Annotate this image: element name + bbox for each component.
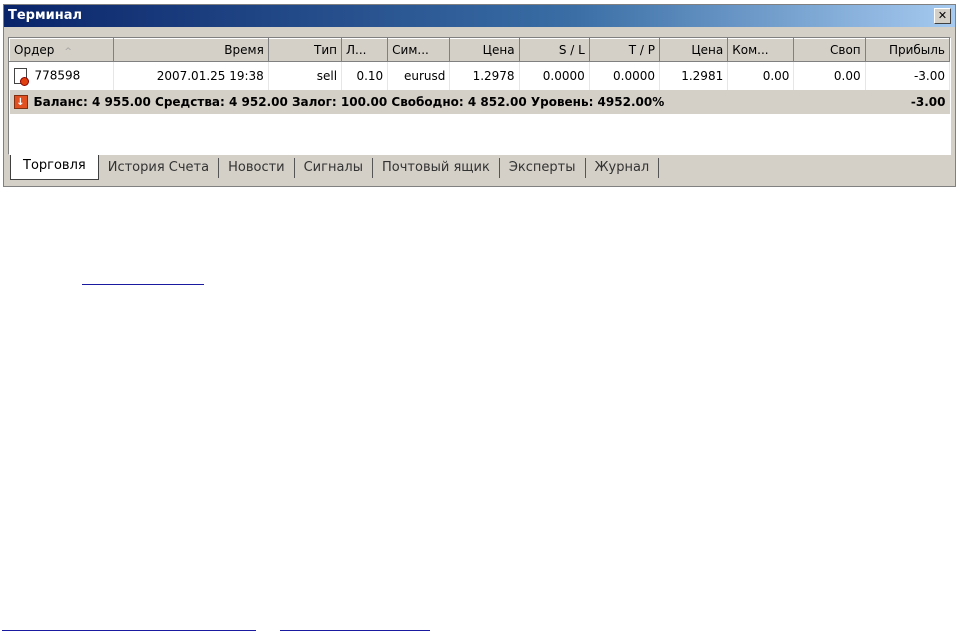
- orders-grid: Ордер ^ Время Тип Л... Сим... Цена S / L …: [8, 37, 951, 155]
- summary-row: ↓ Баланс: 4 955.00 Средства: 4 952.00 Зал…: [9, 90, 950, 114]
- column-header-price[interactable]: Цена: [449, 38, 520, 62]
- terminal-window: Терминал ✕ Ордер ^ Время Тип Л... Сим... …: [3, 4, 956, 187]
- column-header-commission[interactable]: Ком...: [727, 38, 795, 62]
- column-header-sl[interactable]: S / L: [518, 38, 590, 62]
- column-header-order[interactable]: Ордер ^: [8, 38, 115, 62]
- down-arrow-icon: ↓: [13, 95, 28, 110]
- summary-cell: ↓ Баланс: 4 955.00 Средства: 4 952.00 Зал…: [9, 90, 866, 114]
- cell-tp: 0.0000: [589, 61, 661, 90]
- tab-journal[interactable]: Журнал: [586, 158, 660, 178]
- tab-account-history[interactable]: История Счета: [99, 158, 220, 178]
- close-icon[interactable]: ✕: [934, 8, 951, 24]
- header-row: Ордер ^ Время Тип Л... Сим... Цена S / L …: [8, 38, 951, 62]
- cell-swap: 0.00: [793, 61, 866, 90]
- cell-sl: 0.0000: [519, 61, 590, 90]
- tab-trade[interactable]: Торговля: [10, 155, 99, 180]
- sort-up-icon: ^: [64, 47, 72, 57]
- cell-order: 778598: [9, 61, 115, 90]
- column-header-current-price[interactable]: Цена: [659, 38, 729, 62]
- link-underline[interactable]: [2, 630, 256, 631]
- window-title: Терминал: [8, 8, 83, 23]
- cell-price: 1.2978: [449, 61, 520, 90]
- summary-text: Баланс: 4 955.00 Средства: 4 952.00 Зало…: [33, 94, 665, 109]
- link-underline[interactable]: [82, 284, 204, 285]
- column-header-time[interactable]: Время: [113, 38, 269, 62]
- link-underline[interactable]: [280, 630, 430, 631]
- tab-bar: Торговля История Счета Новости Сигналы П…: [10, 155, 660, 180]
- column-header-tp[interactable]: T / P: [588, 38, 661, 62]
- cell-time: 2007.01.25 19:38: [113, 61, 269, 90]
- cell-lots: 0.10: [341, 61, 389, 90]
- tab-mailbox[interactable]: Почтовый ящик: [373, 158, 500, 178]
- column-header-swap[interactable]: Своп: [793, 38, 866, 62]
- column-header-symbol[interactable]: Сим...: [387, 38, 451, 62]
- tab-news[interactable]: Новости: [219, 158, 295, 178]
- cell-type: sell: [268, 61, 343, 90]
- tab-signals[interactable]: Сигналы: [295, 158, 374, 178]
- column-header-type[interactable]: Тип: [267, 38, 343, 62]
- cell-commission: 0.00: [727, 61, 795, 90]
- title-bar: Терминал ✕: [4, 5, 955, 27]
- column-header-profit[interactable]: Прибыль: [864, 38, 951, 62]
- cell-current-price: 1.2981: [659, 61, 729, 90]
- tab-experts[interactable]: Эксперты: [500, 158, 586, 178]
- cell-profit: -3.00: [865, 61, 951, 90]
- cell-symbol: eurusd: [387, 61, 451, 90]
- summary-profit: -3.00: [865, 90, 950, 114]
- column-header-lots[interactable]: Л...: [341, 38, 389, 62]
- document-icon: [13, 68, 29, 86]
- table-row[interactable]: 778598 2007.01.25 19:38 sell 0.10 eurusd…: [9, 61, 951, 90]
